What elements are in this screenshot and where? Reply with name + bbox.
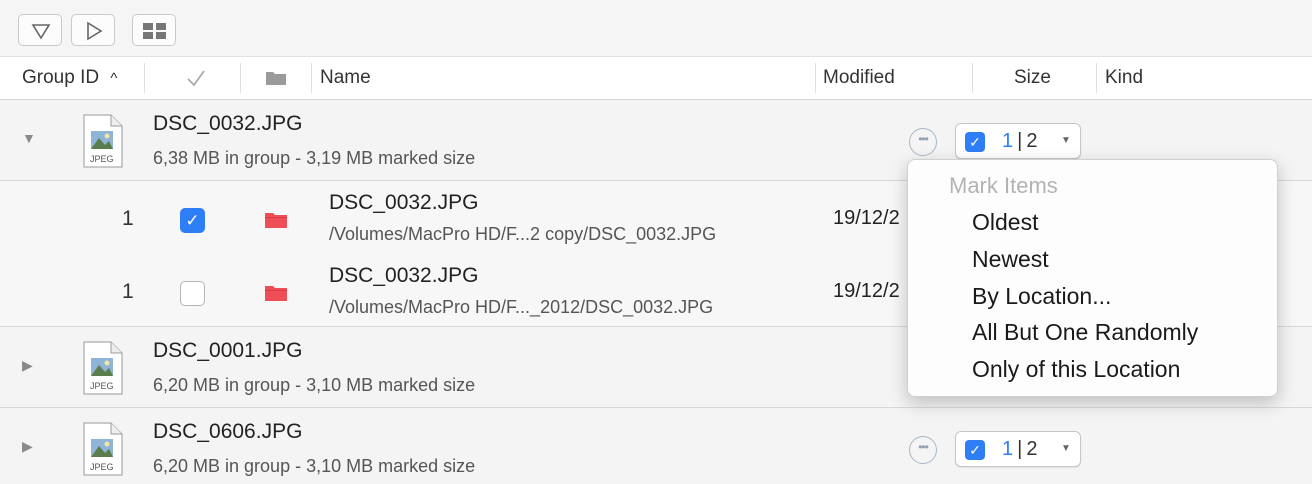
column-separator bbox=[815, 63, 816, 93]
play-triangle-right-icon bbox=[87, 21, 103, 41]
item-modified: 19/12/2 bbox=[833, 280, 900, 302]
group-name: DSC_0001.JPG bbox=[153, 339, 303, 362]
toolbar bbox=[0, 0, 1312, 56]
column-separator bbox=[240, 63, 241, 93]
marked-count: 1 | 2 bbox=[1002, 438, 1038, 460]
menu-item-newest[interactable]: Newest bbox=[972, 246, 1049, 273]
menu-item-oldest[interactable]: Oldest bbox=[972, 209, 1038, 236]
folder-icon bbox=[265, 213, 287, 228]
column-size[interactable]: Size bbox=[1014, 57, 1051, 99]
column-kind[interactable]: Kind bbox=[1105, 57, 1143, 99]
chevron-down-icon: ▼ bbox=[1061, 135, 1071, 146]
jpeg-label: JPEG bbox=[90, 154, 114, 164]
sort-ascending-icon: ^ bbox=[110, 70, 118, 87]
folder-icon bbox=[266, 72, 286, 85]
folder-icon bbox=[265, 286, 287, 301]
item-group-id: 1 bbox=[122, 280, 134, 303]
mark-items-popup[interactable]: ✓ 1 | 2 ▼ bbox=[955, 431, 1081, 467]
menu-title: Mark Items bbox=[949, 173, 1058, 198]
chevron-down-icon: ▼ bbox=[1061, 443, 1071, 454]
item-path: /Volumes/MacPro HD/F..._2012/DSC_0032.JP… bbox=[329, 297, 714, 317]
jpeg-label: JPEG bbox=[90, 462, 114, 472]
item-modified: 19/12/2 bbox=[833, 207, 900, 229]
item-name: DSC_0032.JPG bbox=[329, 191, 479, 214]
mark-items-menu: Mark Items Oldest Newest By Location... … bbox=[907, 159, 1278, 397]
group-row[interactable]: ▶ JPEG DSC_0606.JPG 6,20 MB in group - 3… bbox=[0, 408, 1312, 484]
item-checkbox-unchecked[interactable] bbox=[180, 281, 205, 306]
marked-count: 1 | 2 bbox=[1002, 130, 1038, 152]
more-options-icon[interactable]: ••• bbox=[909, 436, 937, 464]
column-folder[interactable] bbox=[264, 57, 288, 99]
disclosure-collapsed-icon[interactable]: ▶ bbox=[22, 357, 33, 374]
column-separator bbox=[972, 63, 973, 93]
column-name[interactable]: Name bbox=[320, 57, 371, 99]
group-name: DSC_0032.JPG bbox=[153, 112, 303, 135]
item-group-id: 1 bbox=[122, 207, 134, 230]
grid-view-button[interactable] bbox=[132, 14, 176, 46]
next-button[interactable] bbox=[71, 14, 115, 46]
menu-item-only-of-this-location[interactable]: Only of this Location bbox=[972, 356, 1180, 383]
group-summary: 6,38 MB in group - 3,19 MB marked size bbox=[153, 148, 476, 168]
disclosure-expanded-icon[interactable]: ▼ bbox=[22, 130, 36, 146]
column-separator bbox=[311, 63, 312, 93]
filter-triangle-down-icon bbox=[31, 24, 51, 40]
mark-items-popup[interactable]: ✓ 1 | 2 ▼ bbox=[955, 123, 1081, 159]
group-checkbox-checked-icon: ✓ bbox=[965, 440, 985, 460]
group-name: DSC_0606.JPG bbox=[153, 420, 303, 443]
group-summary: 6,20 MB in group - 3,10 MB marked size bbox=[153, 375, 476, 395]
column-header: Group ID ^ Name Modified Size Kind bbox=[0, 56, 1312, 100]
group-checkbox-checked-icon: ✓ bbox=[965, 132, 985, 152]
column-separator bbox=[144, 63, 145, 93]
item-path: /Volumes/MacPro HD/F...2 copy/DSC_0032.J… bbox=[329, 224, 717, 244]
menu-item-all-but-one-randomly[interactable]: All But One Randomly bbox=[972, 319, 1198, 346]
checkmark-icon bbox=[187, 70, 205, 87]
more-options-icon[interactable]: ••• bbox=[909, 128, 937, 156]
item-name: DSC_0032.JPG bbox=[329, 264, 479, 287]
column-checked[interactable] bbox=[185, 57, 207, 99]
grid-view-icon bbox=[143, 23, 166, 39]
column-group-id[interactable]: Group ID ^ bbox=[22, 57, 117, 99]
column-group-id-label: Group ID bbox=[22, 67, 100, 88]
jpeg-label: JPEG bbox=[90, 381, 114, 391]
group-summary: 6,20 MB in group - 3,10 MB marked size bbox=[153, 456, 476, 476]
column-modified[interactable]: Modified bbox=[823, 57, 895, 99]
column-separator bbox=[1096, 63, 1097, 93]
item-checkbox-checked[interactable]: ✓ bbox=[180, 208, 205, 233]
disclosure-collapsed-icon[interactable]: ▶ bbox=[22, 438, 33, 455]
menu-item-by-location[interactable]: By Location... bbox=[972, 283, 1111, 310]
filter-button[interactable] bbox=[18, 14, 62, 46]
